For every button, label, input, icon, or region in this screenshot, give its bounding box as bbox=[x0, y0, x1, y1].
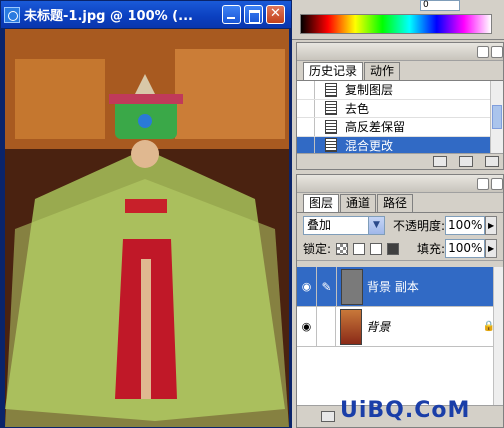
trash-icon[interactable] bbox=[485, 156, 499, 167]
tab-actions[interactable]: 动作 bbox=[364, 62, 401, 80]
history-brush-source-box[interactable] bbox=[297, 99, 315, 117]
opacity-slider-button[interactable]: ▶ bbox=[485, 215, 498, 235]
history-state-icon bbox=[325, 101, 337, 116]
history-tabs: 历史记录 动作 bbox=[297, 61, 503, 81]
layers-scrollbar[interactable] bbox=[493, 267, 503, 407]
layers-panel-titlebar[interactable] bbox=[297, 175, 503, 193]
history-panel: 历史记录 动作 复制图层 去色 高反差保留 混合更改 bbox=[296, 42, 504, 170]
layer-name[interactable]: 背景 副本 bbox=[367, 278, 419, 295]
layer-row[interactable]: ◉ 背景 🔒 bbox=[297, 307, 495, 347]
color-panel: 0 bbox=[292, 0, 504, 40]
list-item[interactable]: 复制图层 bbox=[297, 81, 492, 100]
layer-name[interactable]: 背景 bbox=[366, 318, 482, 335]
scroll-thumb[interactable] bbox=[492, 105, 502, 129]
history-state-icon bbox=[325, 119, 337, 134]
fill-label: 填充: bbox=[417, 242, 446, 256]
layer-list: ◉ ✎ 背景 副本 ◉ 背景 🔒 bbox=[297, 267, 495, 407]
opacity-field[interactable]: 100% bbox=[445, 215, 486, 235]
lock-image-icon[interactable] bbox=[353, 242, 366, 255]
history-item-label: 混合更改 bbox=[345, 138, 394, 153]
layers-panel: 图层 通道 路径 叠加 ▼ 不透明度: 100% ▶ 锁定: 填充: 100% … bbox=[296, 174, 504, 428]
photo-performer-image bbox=[5, 29, 289, 427]
watermark: UiBQ.CoM bbox=[340, 398, 471, 423]
lock-position-icon[interactable] bbox=[370, 242, 383, 255]
history-item-label: 高反差保留 bbox=[345, 120, 406, 135]
photoshop-document-icon[interactable] bbox=[4, 6, 20, 23]
history-item-label: 去色 bbox=[345, 101, 370, 116]
history-brush-source-box[interactable] bbox=[297, 81, 315, 99]
layer-row[interactable]: ◉ ✎ 背景 副本 bbox=[297, 267, 495, 307]
history-panel-titlebar[interactable] bbox=[297, 43, 503, 61]
maximize-icon[interactable] bbox=[244, 5, 263, 24]
history-list: 复制图层 去色 高反差保留 混合更改 bbox=[297, 81, 492, 155]
lock-row: 锁定: 填充: 100% ▶ bbox=[297, 237, 503, 261]
chevron-down-icon[interactable]: ▼ bbox=[368, 216, 384, 234]
brush-icon[interactable]: ✎ bbox=[317, 267, 337, 306]
layer-style-icon[interactable] bbox=[321, 411, 335, 422]
eye-icon[interactable]: ◉ bbox=[297, 267, 317, 306]
tab-channels[interactable]: 通道 bbox=[340, 194, 377, 212]
eye-icon[interactable]: ◉ bbox=[297, 307, 317, 346]
minimize-icon[interactable] bbox=[222, 5, 241, 24]
history-scrollbar[interactable] bbox=[490, 81, 503, 155]
history-state-icon bbox=[325, 82, 337, 97]
document-window: 未标题-1.jpg @ 100% (... bbox=[0, 0, 292, 428]
fill-slider-button[interactable]: ▶ bbox=[485, 239, 498, 258]
layer-thumbnail bbox=[341, 268, 363, 305]
history-current-state-marker[interactable] bbox=[297, 136, 315, 154]
history-footer bbox=[297, 153, 503, 169]
panel-close-icon[interactable] bbox=[491, 178, 503, 190]
history-brush-source-box[interactable] bbox=[297, 118, 315, 136]
new-snapshot-icon[interactable] bbox=[459, 156, 473, 167]
blend-mode-value: 叠加 bbox=[307, 217, 332, 232]
blend-mode-select[interactable]: 叠加 ▼ bbox=[303, 215, 385, 235]
panel-close-icon[interactable] bbox=[491, 46, 503, 58]
tab-paths[interactable]: 路径 bbox=[377, 194, 414, 212]
panel-minimize-icon[interactable] bbox=[477, 46, 489, 58]
color-ramp[interactable] bbox=[300, 14, 492, 34]
lock-all-icon[interactable] bbox=[387, 242, 400, 255]
layer-thumbnail bbox=[340, 308, 363, 345]
close-icon[interactable] bbox=[266, 5, 285, 24]
opacity-label: 不透明度: bbox=[393, 218, 446, 233]
lock-transparency-icon[interactable] bbox=[336, 242, 349, 255]
blend-row: 叠加 ▼ 不透明度: 100% ▶ bbox=[297, 213, 503, 237]
link-slot[interactable] bbox=[317, 307, 337, 346]
new-document-from-state-icon[interactable] bbox=[433, 156, 447, 167]
list-item[interactable]: 高反差保留 bbox=[297, 118, 492, 137]
panel-minimize-icon[interactable] bbox=[477, 178, 489, 190]
document-title-bar[interactable]: 未标题-1.jpg @ 100% (... bbox=[1, 1, 291, 28]
list-item[interactable]: 去色 bbox=[297, 99, 492, 118]
tab-history[interactable]: 历史记录 bbox=[303, 62, 364, 80]
lock-label: 锁定: bbox=[303, 242, 332, 256]
history-item-label: 复制图层 bbox=[345, 83, 394, 98]
image-canvas[interactable] bbox=[5, 29, 289, 427]
right-panels: 0 历史记录 动作 复制图层 去色 高反差保留 混合更改 图层 通道 路径 叠加… bbox=[292, 0, 504, 428]
history-state-icon bbox=[325, 138, 337, 153]
fill-field[interactable]: 100% bbox=[445, 239, 486, 258]
document-title: 未标题-1.jpg @ 100% (... bbox=[24, 9, 193, 24]
color-value-field[interactable]: 0 bbox=[420, 0, 460, 11]
layers-tabs: 图层 通道 路径 bbox=[297, 193, 503, 213]
tab-layers[interactable]: 图层 bbox=[303, 194, 340, 212]
